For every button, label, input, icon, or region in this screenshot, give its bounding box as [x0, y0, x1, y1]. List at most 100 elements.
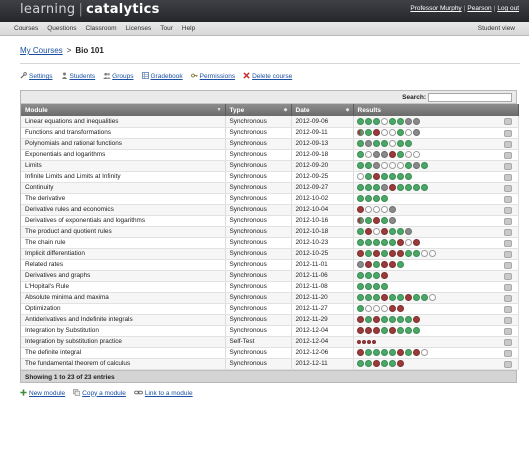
- results-dots: [356, 271, 389, 279]
- module-cell[interactable]: The chain rule: [21, 237, 226, 249]
- module-cell[interactable]: Derivatives and graphs: [21, 270, 226, 282]
- row-options-button[interactable]: [503, 349, 512, 357]
- action-students-link[interactable]: Students: [61, 72, 95, 80]
- results-dots: [356, 172, 413, 180]
- row-options-button[interactable]: [503, 129, 512, 137]
- table-row[interactable]: The fundamental theorem of calculus Synch…: [21, 358, 519, 370]
- column-header-module[interactable]: Module ▼: [21, 104, 226, 116]
- copy-a-module-link[interactable]: Copy a module: [73, 388, 126, 398]
- row-options-button[interactable]: [503, 316, 512, 324]
- action-delete-course-link[interactable]: Delete course: [243, 72, 292, 80]
- row-options-button[interactable]: [503, 283, 512, 291]
- module-cell[interactable]: Derivative rules and economics: [21, 204, 226, 216]
- module-cell[interactable]: Limits: [21, 160, 226, 172]
- user-name-link[interactable]: Professor Murphy: [410, 5, 461, 12]
- link-to-a-module-link[interactable]: Link to a module: [134, 389, 193, 398]
- module-cell[interactable]: Implicit differentiation: [21, 248, 226, 260]
- table-row[interactable]: Antiderivatives and Indefinite integrals…: [21, 314, 519, 326]
- module-cell[interactable]: Integration by Substitution: [21, 325, 226, 337]
- table-row[interactable]: Functions and transformations Synchronous…: [21, 127, 519, 139]
- row-options-button[interactable]: [503, 118, 512, 125]
- module-cell[interactable]: Antiderivatives and Indefinite integrals: [21, 314, 226, 326]
- menu-item-tour[interactable]: Tour: [160, 25, 173, 32]
- column-header-type[interactable]: Type ◆: [225, 104, 292, 116]
- module-cell[interactable]: Infinite Limits and Limits at Infinity: [21, 171, 226, 183]
- table-row[interactable]: Implicit differentiation Synchronous 2012-…: [21, 248, 519, 260]
- module-cell[interactable]: The fundamental theorem of calculus: [21, 358, 226, 370]
- row-options-button[interactable]: [503, 250, 512, 258]
- table-row[interactable]: Related rates Synchronous 2012-11-01: [21, 259, 519, 271]
- row-options-button[interactable]: [503, 206, 512, 214]
- table-row[interactable]: Derivative rules and economics Synchronou…: [21, 204, 519, 216]
- table-row[interactable]: Optimization Synchronous 2012-11-27: [21, 303, 519, 315]
- action-groups-link[interactable]: Groups: [103, 72, 134, 80]
- search-input[interactable]: [428, 93, 512, 102]
- column-header-results[interactable]: Results: [353, 104, 519, 116]
- table-row[interactable]: The derivative Synchronous 2012-10-02: [21, 193, 519, 205]
- row-options-button[interactable]: [503, 239, 512, 247]
- menu-item-questions[interactable]: Questions: [47, 25, 76, 32]
- table-row[interactable]: The definite integral Synchronous 2012-12-…: [21, 347, 519, 359]
- table-row[interactable]: Derivatives of exponentials and logarith…: [21, 215, 519, 227]
- row-options-button[interactable]: [503, 294, 512, 302]
- row-options-button[interactable]: [503, 151, 512, 159]
- table-row[interactable]: Linear equations and inequalities Synchro…: [21, 116, 519, 128]
- table-row[interactable]: Infinite Limits and Limits at Infinity Sy…: [21, 171, 519, 183]
- module-cell[interactable]: Derivatives of exponentials and logarith…: [21, 215, 226, 227]
- module-cell[interactable]: The derivative: [21, 193, 226, 205]
- table-row[interactable]: Integration by Substitution Synchronous 20…: [21, 325, 519, 337]
- action-permissions-link[interactable]: Permissions: [190, 72, 235, 80]
- row-options-button[interactable]: [503, 162, 512, 170]
- brand-logo[interactable]: learning | catalytics: [20, 2, 160, 17]
- student-view-link[interactable]: Student view: [478, 25, 515, 32]
- module-cell[interactable]: Exponentials and logarithms: [21, 149, 226, 161]
- logout-link[interactable]: Log out: [497, 5, 519, 12]
- row-options-button[interactable]: [503, 173, 512, 181]
- module-cell[interactable]: Optimization: [21, 303, 226, 315]
- row-options-button[interactable]: [503, 184, 512, 192]
- module-cell[interactable]: Integration by substitution practice: [21, 336, 226, 348]
- table-row[interactable]: Derivatives and graphs Synchronous 2012-11…: [21, 270, 519, 282]
- table-row[interactable]: Integration by substitution practice Self…: [21, 336, 519, 348]
- action-gradebook-link[interactable]: Gradebook: [141, 72, 183, 80]
- row-options-button[interactable]: [503, 360, 512, 368]
- row-options-button[interactable]: [503, 338, 512, 346]
- row-options-button[interactable]: [503, 327, 512, 335]
- module-cell[interactable]: The definite integral: [21, 347, 226, 359]
- module-cell[interactable]: Related rates: [21, 259, 226, 271]
- module-cell[interactable]: Absolute minima and maxima: [21, 292, 226, 304]
- table-row[interactable]: Absolute minima and maxima Synchronous 201…: [21, 292, 519, 304]
- column-header-date[interactable]: Date ◆: [291, 104, 354, 116]
- row-options-button[interactable]: [503, 228, 512, 236]
- table-row[interactable]: Exponentials and logarithms Synchronous 20…: [21, 149, 519, 161]
- org-link[interactable]: Pearson: [467, 5, 491, 12]
- module-cell[interactable]: Polynomials and rational functions: [21, 138, 226, 150]
- action-settings-link[interactable]: Settings: [20, 72, 53, 80]
- module-cell[interactable]: The product and quotient rules: [21, 226, 226, 238]
- table-row[interactable]: Continuity Synchronous 2012-09-27: [21, 182, 519, 194]
- table-row[interactable]: L'Hopital's Rule Synchronous 2012-11-08: [21, 281, 519, 293]
- row-options-button[interactable]: [503, 261, 512, 269]
- row-options-button[interactable]: [503, 305, 512, 313]
- table-row[interactable]: The product and quotient rules Synchronou…: [21, 226, 519, 238]
- table-row[interactable]: The chain rule Synchronous 2012-10-23: [21, 237, 519, 249]
- column-header-label: Results: [357, 106, 381, 114]
- module-cell[interactable]: Functions and transformations: [21, 127, 226, 139]
- module-cell[interactable]: Linear equations and inequalities: [21, 116, 226, 128]
- row-options-button[interactable]: [503, 217, 512, 225]
- menu-item-classroom[interactable]: Classroom: [86, 25, 117, 32]
- result-correct-dot: [380, 359, 388, 367]
- menu-item-licenses[interactable]: Licenses: [126, 25, 152, 32]
- result-incorrect-dot: [356, 315, 364, 323]
- menu-item-help[interactable]: Help: [182, 25, 195, 32]
- menu-item-courses[interactable]: Courses: [14, 25, 38, 32]
- new-module-link[interactable]: New module: [20, 388, 65, 398]
- module-cell[interactable]: L'Hopital's Rule: [21, 281, 226, 293]
- row-options-button[interactable]: [503, 195, 512, 203]
- breadcrumb-my-courses[interactable]: My Courses: [20, 46, 63, 55]
- table-row[interactable]: Polynomials and rational functions Synchr…: [21, 138, 519, 150]
- module-cell[interactable]: Continuity: [21, 182, 226, 194]
- table-row[interactable]: Limits Synchronous 2012-09-20: [21, 160, 519, 172]
- row-options-button[interactable]: [503, 140, 512, 148]
- row-options-button[interactable]: [503, 272, 512, 280]
